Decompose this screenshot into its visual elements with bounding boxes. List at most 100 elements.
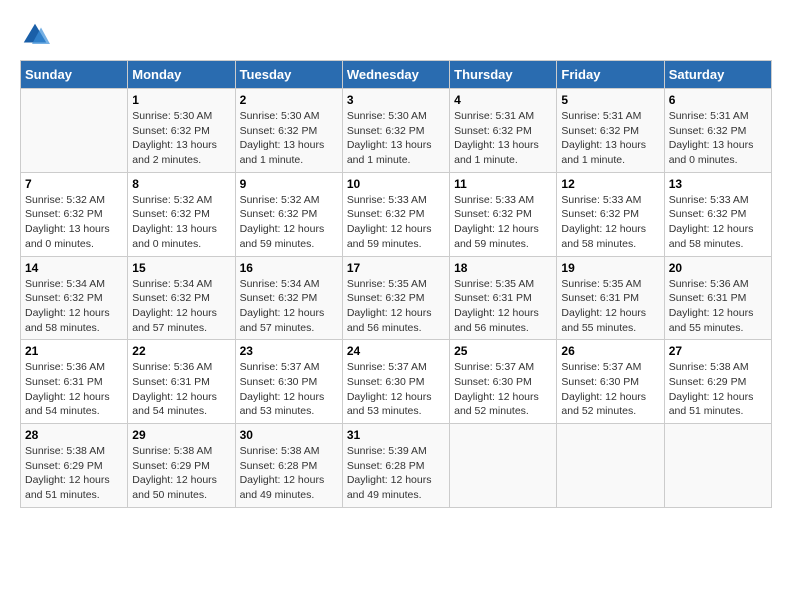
calendar-cell: 9 Sunrise: 5:32 AM Sunset: 6:32 PM Daylig… xyxy=(235,172,342,256)
calendar-cell: 13 Sunrise: 5:33 AM Sunset: 6:32 PM Dayli… xyxy=(664,172,771,256)
day-number: 5 xyxy=(561,93,659,107)
calendar-cell: 15 Sunrise: 5:34 AM Sunset: 6:32 PM Dayli… xyxy=(128,256,235,340)
day-number: 3 xyxy=(347,93,445,107)
calendar-cell: 17 Sunrise: 5:35 AM Sunset: 6:32 PM Dayli… xyxy=(342,256,449,340)
day-info: Sunrise: 5:36 AM Sunset: 6:31 PM Dayligh… xyxy=(669,277,767,336)
day-number: 24 xyxy=(347,344,445,358)
week-row-3: 14 Sunrise: 5:34 AM Sunset: 6:32 PM Dayli… xyxy=(21,256,772,340)
day-info: Sunrise: 5:37 AM Sunset: 6:30 PM Dayligh… xyxy=(240,360,338,419)
day-number: 27 xyxy=(669,344,767,358)
logo-icon xyxy=(20,20,50,50)
column-header-tuesday: Tuesday xyxy=(235,61,342,89)
calendar-cell: 19 Sunrise: 5:35 AM Sunset: 6:31 PM Dayli… xyxy=(557,256,664,340)
calendar-cell: 30 Sunrise: 5:38 AM Sunset: 6:28 PM Dayli… xyxy=(235,424,342,508)
week-row-2: 7 Sunrise: 5:32 AM Sunset: 6:32 PM Daylig… xyxy=(21,172,772,256)
day-number: 30 xyxy=(240,428,338,442)
calendar-cell xyxy=(557,424,664,508)
calendar-cell: 11Sunrise: 5:33 AM Sunset: 6:32 PM Dayli… xyxy=(450,172,557,256)
day-number: 15 xyxy=(132,261,230,275)
column-header-sunday: Sunday xyxy=(21,61,128,89)
day-info: Sunrise: 5:38 AM Sunset: 6:28 PM Dayligh… xyxy=(240,444,338,503)
day-info: Sunrise: 5:37 AM Sunset: 6:30 PM Dayligh… xyxy=(561,360,659,419)
column-header-saturday: Saturday xyxy=(664,61,771,89)
day-number: 20 xyxy=(669,261,767,275)
calendar-cell: 23 Sunrise: 5:37 AM Sunset: 6:30 PM Dayli… xyxy=(235,340,342,424)
day-number: 9 xyxy=(240,177,338,191)
day-info: Sunrise: 5:33 AM Sunset: 6:32 PM Dayligh… xyxy=(347,193,445,252)
day-number: 13 xyxy=(669,177,767,191)
day-info: Sunrise: 5:39 AM Sunset: 6:28 PM Dayligh… xyxy=(347,444,445,503)
day-info: Sunrise: 5:33 AM Sunset: 6:32 PM Dayligh… xyxy=(669,193,767,252)
calendar-cell: 21Sunrise: 5:36 AM Sunset: 6:31 PM Dayli… xyxy=(21,340,128,424)
day-number: 2 xyxy=(240,93,338,107)
day-info: Sunrise: 5:35 AM Sunset: 6:31 PM Dayligh… xyxy=(454,277,552,336)
day-info: Sunrise: 5:37 AM Sunset: 6:30 PM Dayligh… xyxy=(347,360,445,419)
column-header-wednesday: Wednesday xyxy=(342,61,449,89)
calendar-cell: 1 Sunrise: 5:30 AM Sunset: 6:32 PM Daylig… xyxy=(128,89,235,173)
day-info: Sunrise: 5:32 AM Sunset: 6:32 PM Dayligh… xyxy=(25,193,123,252)
calendar-cell: 14 Sunrise: 5:34 AM Sunset: 6:32 PM Dayli… xyxy=(21,256,128,340)
calendar-cell: 7 Sunrise: 5:32 AM Sunset: 6:32 PM Daylig… xyxy=(21,172,128,256)
calendar-cell xyxy=(450,424,557,508)
calendar-cell: 10 Sunrise: 5:33 AM Sunset: 6:32 PM Dayli… xyxy=(342,172,449,256)
logo xyxy=(20,20,54,50)
day-number: 8 xyxy=(132,177,230,191)
day-number: 7 xyxy=(25,177,123,191)
calendar-cell: 2 Sunrise: 5:30 AM Sunset: 6:32 PM Daylig… xyxy=(235,89,342,173)
day-number: 28 xyxy=(25,428,123,442)
day-info: Sunrise: 5:31 AM Sunset: 6:32 PM Dayligh… xyxy=(561,109,659,168)
calendar-cell: 6Sunrise: 5:31 AM Sunset: 6:32 PM Daylig… xyxy=(664,89,771,173)
page-header xyxy=(20,20,772,50)
calendar-cell: 12Sunrise: 5:33 AM Sunset: 6:32 PM Dayli… xyxy=(557,172,664,256)
calendar-cell: 27 Sunrise: 5:38 AM Sunset: 6:29 PM Dayli… xyxy=(664,340,771,424)
day-number: 29 xyxy=(132,428,230,442)
day-info: Sunrise: 5:34 AM Sunset: 6:32 PM Dayligh… xyxy=(240,277,338,336)
day-number: 16 xyxy=(240,261,338,275)
column-header-thursday: Thursday xyxy=(450,61,557,89)
day-number: 17 xyxy=(347,261,445,275)
day-info: Sunrise: 5:38 AM Sunset: 6:29 PM Dayligh… xyxy=(25,444,123,503)
day-number: 18 xyxy=(454,261,552,275)
calendar-cell: 3Sunrise: 5:30 AM Sunset: 6:32 PM Daylig… xyxy=(342,89,449,173)
calendar-cell: 22 Sunrise: 5:36 AM Sunset: 6:31 PM Dayli… xyxy=(128,340,235,424)
calendar-cell: 26Sunrise: 5:37 AM Sunset: 6:30 PM Dayli… xyxy=(557,340,664,424)
column-header-monday: Monday xyxy=(128,61,235,89)
day-info: Sunrise: 5:37 AM Sunset: 6:30 PM Dayligh… xyxy=(454,360,552,419)
calendar-cell: 28 Sunrise: 5:38 AM Sunset: 6:29 PM Dayli… xyxy=(21,424,128,508)
day-info: Sunrise: 5:35 AM Sunset: 6:31 PM Dayligh… xyxy=(561,277,659,336)
day-number: 19 xyxy=(561,261,659,275)
header-row: SundayMondayTuesdayWednesdayThursdayFrid… xyxy=(21,61,772,89)
day-number: 11 xyxy=(454,177,552,191)
day-number: 1 xyxy=(132,93,230,107)
day-info: Sunrise: 5:30 AM Sunset: 6:32 PM Dayligh… xyxy=(240,109,338,168)
calendar-cell: 4Sunrise: 5:31 AM Sunset: 6:32 PM Daylig… xyxy=(450,89,557,173)
week-row-1: 1 Sunrise: 5:30 AM Sunset: 6:32 PM Daylig… xyxy=(21,89,772,173)
day-number: 31 xyxy=(347,428,445,442)
calendar-cell: 25Sunrise: 5:37 AM Sunset: 6:30 PM Dayli… xyxy=(450,340,557,424)
day-info: Sunrise: 5:34 AM Sunset: 6:32 PM Dayligh… xyxy=(132,277,230,336)
day-info: Sunrise: 5:36 AM Sunset: 6:31 PM Dayligh… xyxy=(25,360,123,419)
day-info: Sunrise: 5:32 AM Sunset: 6:32 PM Dayligh… xyxy=(240,193,338,252)
calendar-cell: 29 Sunrise: 5:38 AM Sunset: 6:29 PM Dayli… xyxy=(128,424,235,508)
day-number: 6 xyxy=(669,93,767,107)
week-row-5: 28 Sunrise: 5:38 AM Sunset: 6:29 PM Dayli… xyxy=(21,424,772,508)
calendar-table: SundayMondayTuesdayWednesdayThursdayFrid… xyxy=(20,60,772,508)
day-info: Sunrise: 5:36 AM Sunset: 6:31 PM Dayligh… xyxy=(132,360,230,419)
day-number: 22 xyxy=(132,344,230,358)
calendar-cell xyxy=(21,89,128,173)
column-header-friday: Friday xyxy=(557,61,664,89)
calendar-cell: 5 Sunrise: 5:31 AM Sunset: 6:32 PM Daylig… xyxy=(557,89,664,173)
day-number: 10 xyxy=(347,177,445,191)
day-info: Sunrise: 5:30 AM Sunset: 6:32 PM Dayligh… xyxy=(132,109,230,168)
day-info: Sunrise: 5:33 AM Sunset: 6:32 PM Dayligh… xyxy=(561,193,659,252)
calendar-cell: 16 Sunrise: 5:34 AM Sunset: 6:32 PM Dayli… xyxy=(235,256,342,340)
day-info: Sunrise: 5:38 AM Sunset: 6:29 PM Dayligh… xyxy=(669,360,767,419)
day-number: 14 xyxy=(25,261,123,275)
day-info: Sunrise: 5:38 AM Sunset: 6:29 PM Dayligh… xyxy=(132,444,230,503)
calendar-cell: 31 Sunrise: 5:39 AM Sunset: 6:28 PM Dayli… xyxy=(342,424,449,508)
day-info: Sunrise: 5:35 AM Sunset: 6:32 PM Dayligh… xyxy=(347,277,445,336)
day-info: Sunrise: 5:34 AM Sunset: 6:32 PM Dayligh… xyxy=(25,277,123,336)
day-number: 23 xyxy=(240,344,338,358)
calendar-cell: 24 Sunrise: 5:37 AM Sunset: 6:30 PM Dayli… xyxy=(342,340,449,424)
day-info: Sunrise: 5:32 AM Sunset: 6:32 PM Dayligh… xyxy=(132,193,230,252)
